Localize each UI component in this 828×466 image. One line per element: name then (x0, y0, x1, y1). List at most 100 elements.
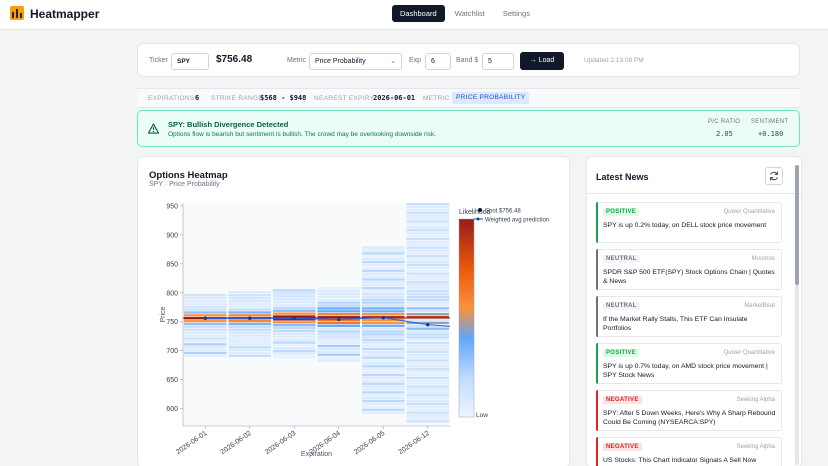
load-button[interactable]: → Load (520, 52, 564, 70)
heatmap-cell (184, 296, 227, 300)
heatmap-cell (228, 331, 271, 334)
weighted-avg-point[interactable] (336, 317, 341, 322)
weighted-avg-point[interactable] (203, 316, 208, 321)
heatmap-cell (406, 243, 449, 246)
heatmap-cell (228, 343, 271, 346)
news-item[interactable]: POSITIVE Quiver Quantitative SPY is up 0.2… (596, 202, 782, 243)
nav-watchlist[interactable]: Watchlist (447, 5, 493, 22)
weighted-avg-point[interactable] (247, 316, 252, 321)
weighted-avg-point[interactable] (292, 316, 297, 321)
news-headline[interactable]: SPDR S&P 500 ETF(SPY) Stock Options Chai… (603, 268, 777, 286)
news-headline[interactable]: If the Market Rally Stalls, This ETF Can… (603, 315, 777, 333)
news-item[interactable]: NEGATIVE Seeking Alpha US Stocks: This Cha… (596, 437, 782, 466)
ticker-input[interactable]: SPY (171, 53, 209, 70)
heatmap-cell (184, 346, 227, 349)
refresh-icon (770, 171, 778, 181)
heatmap-cell (317, 298, 360, 301)
heatmap-cell (362, 327, 405, 330)
heatmap-cell (406, 295, 449, 298)
y-tick-label: 700 (166, 348, 178, 355)
metric-select-value: Price Probability (315, 58, 366, 65)
heatmap-cell (406, 344, 449, 348)
y-axis-label: Price (160, 306, 167, 322)
band-input[interactable]: 5 (482, 53, 514, 70)
heatmap-cell (184, 320, 227, 323)
heatmap-cell (184, 299, 227, 303)
expirations-value: 6 (195, 94, 200, 102)
x-tick-label: 2026-06-01 (175, 430, 208, 456)
news-sentiment-bar (596, 437, 598, 466)
heatmap-cell (406, 226, 449, 229)
refresh-button[interactable] (765, 167, 783, 185)
alert-text: Options flow is bearish but sentiment is… (168, 131, 436, 138)
app-title: Heatmapper (30, 7, 100, 21)
heatmap-cell (362, 336, 405, 339)
heatmap-cell (406, 281, 449, 284)
heatmap-cell (273, 297, 316, 301)
news-source: Seeking Alpha (736, 444, 775, 450)
news-scrollbar[interactable] (795, 165, 799, 465)
heatmap-cell (406, 255, 449, 258)
heatmap-cell (406, 234, 449, 238)
heatmap-cell (362, 382, 405, 385)
ticker-label: Ticker (149, 57, 168, 64)
heatmap-cell (317, 333, 360, 336)
heatmap-cell (228, 302, 271, 305)
news-title: Latest News (596, 172, 649, 182)
nav-dashboard[interactable]: Dashboard (392, 5, 445, 22)
news-item[interactable]: NEUTRAL MarketBeat If the Market Rally Sta… (596, 296, 782, 337)
heatmap-cell (406, 376, 449, 380)
heatmap-cell (362, 339, 405, 342)
news-sentiment-bar (596, 390, 598, 431)
heatmap-cell (362, 292, 405, 296)
heatmap-cell (406, 342, 449, 345)
x-tick-label: 2026-06-12 (398, 430, 431, 456)
weighted-avg-point[interactable] (425, 322, 430, 327)
heatmap-cell (273, 312, 316, 315)
exp-input[interactable]: 6 (425, 53, 451, 70)
news-headline[interactable]: SPY is up 0.2% today, on DELL stock pric… (603, 221, 777, 230)
heatmap-cell (362, 284, 405, 287)
heatmap-cell (228, 308, 271, 311)
heatmap-cell (362, 307, 405, 310)
news-item[interactable]: POSITIVE Quiver Quantitative SPY is up 0.7… (596, 343, 782, 384)
heatmap-cell (406, 411, 449, 414)
heatmap-cell (406, 272, 449, 275)
heatmap-cell (406, 266, 449, 270)
heatmap-cell (406, 379, 449, 382)
heatmap-cell (184, 311, 227, 314)
heatmap-cell (362, 269, 405, 272)
heatmap-cell (362, 258, 405, 261)
news-headline[interactable]: SPY: After 5 Down Weeks, Here's Why A Sh… (603, 409, 777, 427)
y-tick-label: 900 (166, 232, 178, 239)
news-sentiment-badge: NEGATIVE (603, 443, 642, 451)
pc-ratio-label: P/C RATIO (708, 119, 741, 125)
news-item[interactable]: NEGATIVE Seeking Alpha SPY: After 5 Down W… (596, 390, 782, 431)
heatmap-cell (228, 340, 271, 343)
metric-select[interactable]: Price Probability ⌄ (309, 53, 402, 70)
heatmap-cell (317, 295, 360, 298)
heatmap-cell (362, 246, 405, 249)
news-headline[interactable]: SPY is up 0.7% today, on AMD stock price… (603, 362, 777, 380)
heatmap-cell (228, 299, 271, 303)
heatmap-cell (362, 298, 405, 301)
heatmap-cell (406, 385, 449, 388)
heatmap-cell (362, 289, 405, 293)
heatmap-cell (317, 330, 360, 333)
heatmap-cell (406, 214, 449, 217)
heatmap-cell (406, 368, 449, 371)
heatmap-cell (273, 355, 316, 359)
news-scrollbar-thumb[interactable] (795, 165, 799, 285)
news-item[interactable]: NEUTRAL Moomoo SPDR S&P 500 ETF(SPY) Stock… (596, 249, 782, 290)
heatmap-cell (317, 310, 360, 313)
news-headline[interactable]: US Stocks: This Chart Indicator Signals … (603, 456, 777, 466)
heatmap-chart[interactable]: 600 650 700 750 800 850 900 950 2026-06-01 2026-0… (138, 157, 571, 466)
weighted-avg-point[interactable] (381, 315, 386, 320)
heatmap-cell (362, 333, 405, 336)
news-sentiment-badge: NEUTRAL (603, 302, 640, 310)
heatmap-cell (406, 217, 449, 220)
heatmap-cell (228, 337, 271, 340)
heatmap-cell (184, 322, 227, 326)
nav-settings[interactable]: Settings (495, 5, 538, 22)
heatmap-cell (362, 301, 405, 304)
